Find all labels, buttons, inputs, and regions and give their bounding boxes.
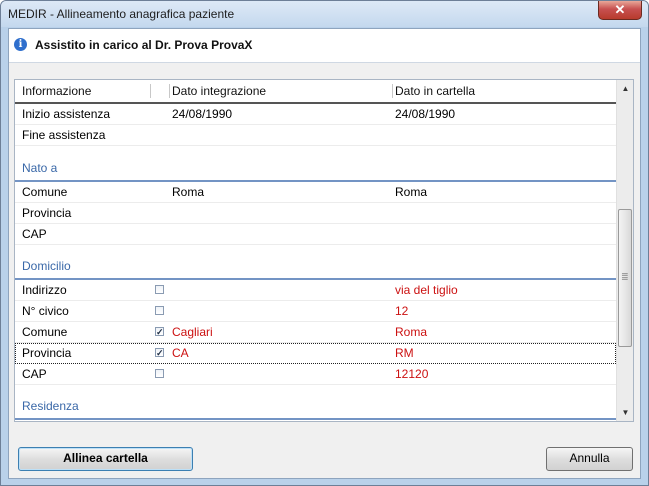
- grip-icon: ═ ═: [622, 270, 628, 283]
- column-header-informazione[interactable]: Informazione: [22, 84, 91, 98]
- column-separator[interactable]: [392, 84, 393, 98]
- dialog-body: i Assistito in carico al Dr. Prova Prova…: [8, 28, 641, 479]
- scroll-down-icon[interactable]: ▼: [619, 406, 632, 419]
- row-value-cartella: Roma: [395, 185, 428, 199]
- row-value-cartella: 12: [395, 304, 409, 318]
- column-separator[interactable]: [150, 84, 151, 98]
- row-label: Provincia: [22, 346, 72, 360]
- table-row[interactable]: CAP 12120: [15, 364, 616, 385]
- group-header-residenza: Residenza: [15, 385, 616, 420]
- close-icon: ✕: [614, 2, 626, 17]
- column-separator[interactable]: [169, 84, 170, 98]
- table-row[interactable]: Comune Roma Roma: [15, 182, 616, 203]
- table-row-selected[interactable]: Provincia CA RM: [15, 343, 616, 364]
- header-title: Assistito in carico al Dr. Prova ProvaX: [35, 38, 253, 52]
- row-label: Inizio assistenza: [22, 107, 111, 121]
- table-row[interactable]: Indirizzo via del tiglio: [15, 280, 616, 301]
- table-row[interactable]: Provincia: [15, 203, 616, 224]
- data-grid: Informazione Dato integrazione Dato in c…: [14, 79, 634, 422]
- table-row[interactable]: Comune Cagliari Roma: [15, 322, 616, 343]
- table-row[interactable]: Fine assistenza: [15, 125, 616, 146]
- dialog-window: MEDIR - Allineamento anagrafica paziente…: [0, 0, 649, 486]
- group-header-nato-a: Nato a: [15, 147, 616, 182]
- close-button[interactable]: ✕: [598, 1, 642, 20]
- row-label: CAP: [22, 367, 47, 381]
- table-row[interactable]: Inizio assistenza 24/08/1990 24/08/1990: [15, 104, 616, 125]
- row-value-integrazione: 24/08/1990: [172, 107, 233, 121]
- row-value-cartella: Roma: [395, 325, 428, 339]
- info-icon: i: [14, 38, 27, 51]
- row-value-integrazione: CA: [172, 346, 189, 360]
- align-checkbox[interactable]: [155, 306, 164, 315]
- row-value-cartella: RM: [395, 346, 414, 360]
- column-header-dato-in-cartella[interactable]: Dato in cartella: [395, 84, 475, 98]
- group-header-domicilio: Domicilio: [15, 245, 616, 280]
- row-label: Indirizzo: [22, 283, 67, 297]
- grid-rows: Inizio assistenza 24/08/1990 24/08/1990 …: [15, 104, 616, 421]
- column-header-dato-integrazione[interactable]: Dato integrazione: [172, 84, 266, 98]
- grid-column-headers: Informazione Dato integrazione Dato in c…: [15, 80, 616, 104]
- header-panel: i Assistito in carico al Dr. Prova Prova…: [9, 29, 640, 63]
- row-value-integrazione: Roma: [172, 185, 205, 199]
- scrollbar-thumb[interactable]: ═ ═: [618, 209, 632, 347]
- row-value-cartella: 12120: [395, 367, 429, 381]
- vertical-scrollbar[interactable]: ▲ ═ ═ ▼: [616, 80, 633, 421]
- row-value-cartella: via del tiglio: [395, 283, 458, 297]
- annulla-button[interactable]: Annulla: [546, 447, 633, 471]
- group-label: Domicilio: [22, 259, 71, 273]
- scroll-up-icon[interactable]: ▲: [619, 82, 632, 95]
- row-label: Provincia: [22, 206, 72, 220]
- row-label: Comune: [22, 185, 68, 199]
- row-value-cartella: 24/08/1990: [395, 107, 456, 121]
- group-label: Residenza: [22, 399, 79, 413]
- align-checkbox[interactable]: [155, 348, 164, 357]
- table-row[interactable]: CAP: [15, 224, 616, 245]
- row-label: Comune: [22, 325, 68, 339]
- window-title: MEDIR - Allineamento anagrafica paziente: [8, 7, 235, 21]
- allinea-cartella-button[interactable]: Allinea cartella: [18, 447, 193, 471]
- title-bar[interactable]: MEDIR - Allineamento anagrafica paziente…: [1, 1, 648, 27]
- row-label: N° civico: [22, 304, 69, 318]
- align-checkbox[interactable]: [155, 327, 164, 336]
- row-label: CAP: [22, 227, 47, 241]
- row-label: Fine assistenza: [22, 128, 106, 142]
- row-value-integrazione: Cagliari: [172, 325, 213, 339]
- align-checkbox[interactable]: [155, 369, 164, 378]
- align-checkbox[interactable]: [155, 285, 164, 294]
- table-row[interactable]: N° civico 12: [15, 301, 616, 322]
- group-label: Nato a: [22, 161, 58, 175]
